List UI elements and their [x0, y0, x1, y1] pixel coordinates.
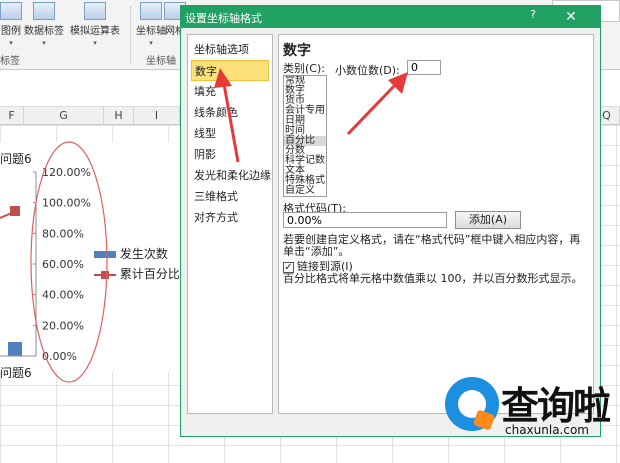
column-header[interactable]: F [0, 107, 24, 125]
category-option[interactable]: 自定义 [284, 186, 326, 196]
legend-line-swatch-icon [94, 271, 116, 279]
watermark-name: 查询啦 [501, 384, 611, 428]
nav-item-fill[interactable]: 填充 [191, 81, 269, 102]
watermark-url: chaxunla.com [505, 423, 589, 437]
axis-tick-label: 60.00% [42, 258, 84, 271]
section-title: 数字 [283, 43, 311, 59]
custom-format-hint: 若要创建自定义格式，请在“格式代码”框中键入相应内容，再单击“添加”。 [283, 233, 581, 258]
legend-item-bar: 发生次数 [94, 245, 168, 262]
number-panel: 数字 类别(C): 常规 数字 货币 会计专用 日期 时间 百分比 分数 科学记… [278, 34, 594, 414]
column-header[interactable]: H [104, 107, 134, 125]
nav-item-number[interactable]: 数字 [191, 60, 269, 81]
ribbon-group-label: 标签 [0, 56, 20, 67]
axes-icon [140, 2, 162, 20]
chevron-down-icon: ▾ [42, 39, 46, 47]
nav-item-alignment[interactable]: 对齐方式 [191, 207, 269, 228]
axes-button[interactable]: 坐标轴 ▾ [136, 2, 166, 47]
add-button[interactable]: 添加(A) [455, 211, 521, 229]
data-labels-button[interactable]: 数据标签 ▾ [24, 2, 64, 47]
ribbon-group-label: 坐标轴 [146, 56, 176, 67]
nav-item-glow[interactable]: 发光和柔化边缘 [191, 165, 271, 186]
chevron-down-icon: ▾ [149, 39, 153, 47]
category-label: 类别(C): [283, 62, 325, 75]
decimal-places-input[interactable] [407, 60, 441, 75]
nav-item-shadow[interactable]: 阴影 [191, 144, 269, 165]
axis-tick-label: 40.00% [42, 289, 84, 302]
axis-tick-label: 20.00% [42, 319, 84, 332]
legend-bar-swatch-icon [94, 251, 116, 258]
close-button[interactable]: ✕ [559, 7, 583, 27]
axis-tick-label: 120.00% [42, 166, 91, 179]
axis-tick-label: 80.00% [42, 227, 84, 240]
axis-tick-label: 100.00% [42, 197, 91, 210]
chevron-down-icon: ▾ [9, 39, 13, 47]
magnifier-logo-icon [445, 377, 499, 431]
data-table-button[interactable]: 模拟运算表 ▾ [70, 2, 120, 47]
axis-tick-label: 0.00% [42, 350, 77, 363]
cumulative-point [10, 206, 20, 216]
chevron-down-icon: ▾ [93, 39, 97, 47]
format-code-input[interactable] [283, 212, 447, 228]
bar [8, 342, 22, 356]
nav-item-3d-format[interactable]: 三维格式 [191, 186, 269, 207]
legend-button[interactable]: 图例 ▾ [0, 2, 22, 47]
site-watermark: 查询啦 chaxunla.com [445, 373, 620, 443]
ribbon-separator [130, 6, 131, 64]
nav-item-axis-options[interactable]: 坐标轴选项 [191, 39, 269, 60]
column-header[interactable]: G [24, 107, 104, 125]
nav-item-line-style[interactable]: 线型 [191, 123, 269, 144]
category-nav: 坐标轴选项 数字 填充 线条颜色 线型 阴影 发光和柔化边缘 三维格式 对齐方式 [187, 34, 273, 414]
legend-icon [0, 2, 22, 20]
category-list[interactable]: 常规 数字 货币 会计专用 日期 时间 百分比 分数 科学记数 文本 特殊格式 … [283, 75, 327, 197]
format-description: 百分比格式将单元格中数值乘以 100，并以百分数形式显示。 [283, 272, 583, 285]
legend-item-line: 累计百分比 [94, 265, 180, 282]
link-to-source-checkbox[interactable]: ✓ [283, 261, 294, 273]
nav-item-line-color[interactable]: 线条颜色 [191, 102, 269, 123]
data-table-icon [84, 2, 106, 20]
dialog-titlebar[interactable]: 设置坐标轴格式 ? ✕ [181, 6, 600, 28]
data-labels-icon [33, 2, 55, 20]
decimal-places-label: 小数位数(D): [335, 64, 400, 77]
help-button[interactable]: ? [524, 8, 542, 26]
column-header[interactable]: I [134, 107, 180, 125]
dialog-title: 设置坐标轴格式 [185, 12, 262, 25]
